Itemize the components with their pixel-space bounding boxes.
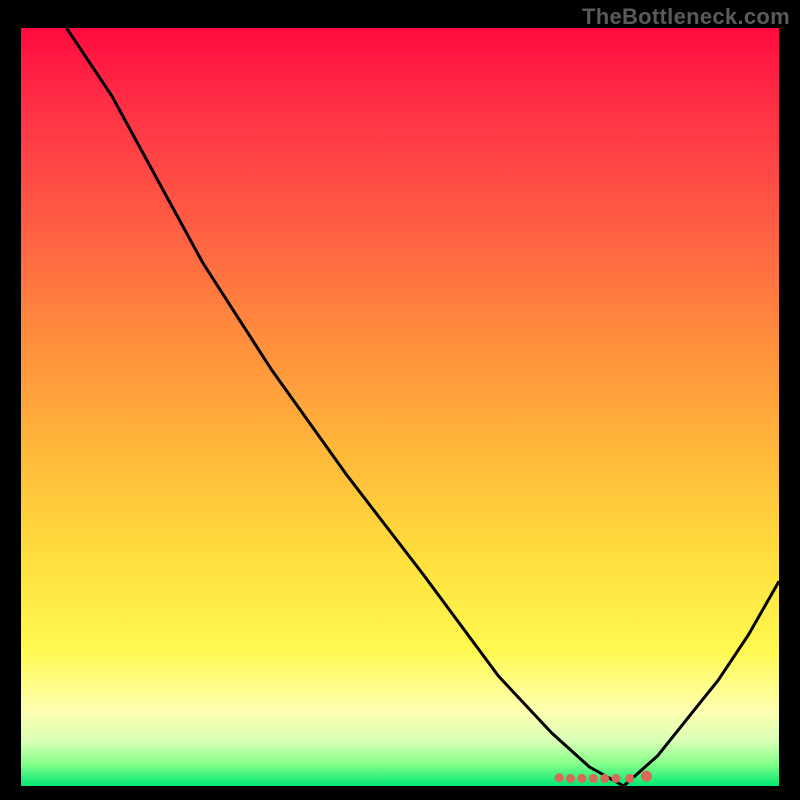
optimal-marker: [641, 771, 652, 782]
optimal-marker: [612, 774, 621, 783]
optimal-marker: [555, 773, 564, 782]
optimal-marker: [600, 774, 609, 783]
optimal-marker: [625, 774, 634, 783]
curve-overlay: [21, 28, 779, 786]
optimal-marker: [577, 774, 586, 783]
plot-area: [21, 28, 779, 786]
chart-stage: TheBottleneck.com: [0, 0, 800, 800]
watermark-text: TheBottleneck.com: [582, 4, 790, 30]
optimal-marker: [566, 774, 575, 783]
bottleneck-curve: [67, 28, 780, 786]
optimal-marker: [589, 774, 598, 783]
